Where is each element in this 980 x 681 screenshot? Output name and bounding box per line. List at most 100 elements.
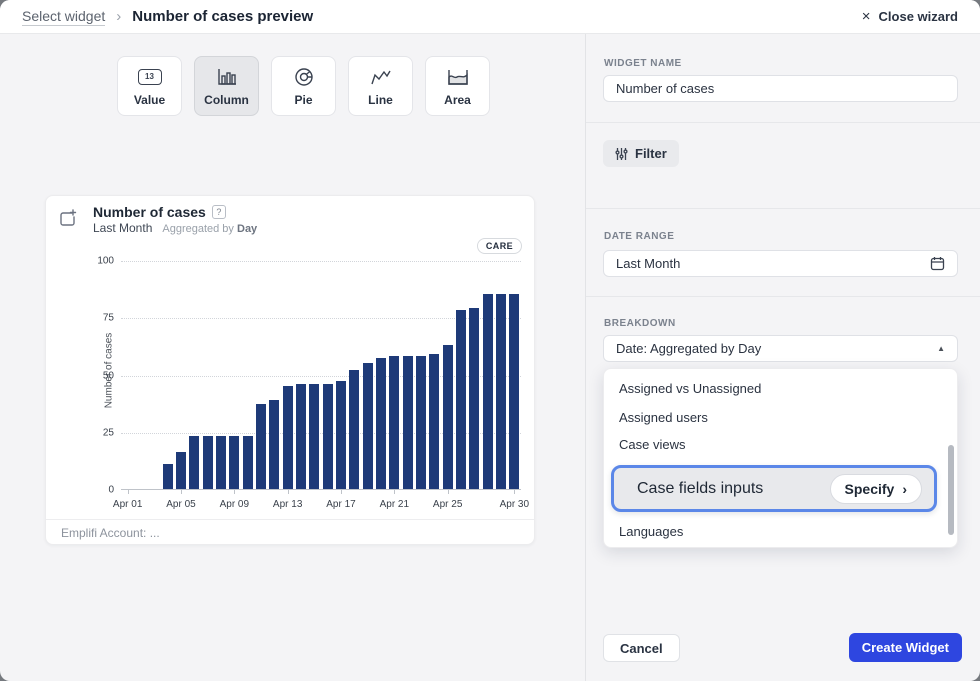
widget-wizard-modal: Select widget › Number of cases preview … (0, 0, 980, 681)
widget-type-line[interactable]: Line (348, 56, 413, 116)
chart-bar (509, 294, 519, 489)
chevron-right-icon: › (902, 481, 907, 497)
chart-bar (376, 358, 386, 489)
widget-type-area[interactable]: Area (425, 56, 490, 116)
x-tick-label: Apr 21 (369, 499, 419, 510)
widget-name-label: WIDGET NAME (604, 58, 682, 69)
section-divider (586, 296, 980, 297)
chart-bar (469, 308, 479, 489)
chart-title: Number of cases (93, 204, 206, 220)
close-wizard-button[interactable]: × Close wizard (862, 9, 958, 24)
bar-chart-plot: Number of cases 0255075100Apr 01Apr 05Ap… (121, 261, 521, 490)
chart-bar (429, 354, 439, 489)
case-add-icon (58, 209, 78, 234)
care-badge: CARE (477, 238, 522, 254)
chart-bar (309, 384, 319, 489)
chart-aggregation: Aggregated by Day (162, 223, 257, 235)
chart-bar (416, 356, 426, 489)
y-tick-label: 25 (74, 427, 114, 438)
breadcrumb-select-widget[interactable]: Select widget (22, 8, 105, 26)
widget-type-column[interactable]: Column (194, 56, 259, 116)
x-tick-mark (234, 490, 235, 494)
x-tick-label: Apr 17 (316, 499, 366, 510)
chart-bar (269, 400, 279, 489)
chart-bar (283, 386, 293, 489)
widget-type-area-label: Area (444, 93, 471, 107)
widget-name-input[interactable]: Number of cases (603, 75, 958, 102)
chart-bar (443, 345, 453, 489)
chart-card-footer: Emplifi Account: ... (46, 519, 534, 546)
cancel-button[interactable]: Cancel (603, 634, 680, 662)
dropdown-scrollbar[interactable] (948, 445, 954, 535)
pie-chart-icon (293, 66, 315, 88)
date-range-label: DATE RANGE (604, 231, 674, 242)
chart-bar (243, 436, 253, 489)
filter-sliders-icon (615, 147, 628, 161)
breakdown-select[interactable]: Date: Aggregated by Day ▲ (603, 335, 958, 362)
breakdown-label: BREAKDOWN (604, 318, 676, 329)
chart-bar (403, 356, 413, 489)
widget-type-column-label: Column (204, 93, 249, 107)
widget-type-selector: 13 Value Column Pie (117, 56, 490, 116)
x-tick-mark (514, 490, 515, 494)
collapse-caret-icon: ▲ (937, 344, 945, 353)
x-tick-mark (128, 490, 129, 494)
y-tick-label: 100 (74, 256, 114, 267)
widget-type-pie-label: Pie (294, 93, 312, 107)
case-fields-inputs-label: Case fields inputs (637, 480, 763, 498)
date-range-value: Last Month (616, 256, 680, 271)
y-tick-label: 0 (74, 485, 114, 496)
widget-type-line-label: Line (368, 93, 393, 107)
dropdown-option-assigned-vs-unassigned[interactable]: Assigned vs Unassigned (619, 381, 761, 396)
widget-type-value[interactable]: 13 Value (117, 56, 182, 116)
x-tick-label: Apr 13 (263, 499, 313, 510)
x-tick-label: Apr 01 (103, 499, 153, 510)
dropdown-option-case-views[interactable]: Case views (619, 437, 685, 452)
x-tick-mark (341, 490, 342, 494)
preview-panel: 13 Value Column Pie (0, 34, 586, 681)
x-tick-mark (394, 490, 395, 494)
x-tick-mark (448, 490, 449, 494)
chart-period: Last Month (93, 221, 152, 235)
filter-button[interactable]: Filter (603, 140, 679, 167)
x-tick-mark (288, 490, 289, 494)
close-wizard-label: Close wizard (879, 9, 958, 24)
calendar-icon (930, 256, 945, 271)
area-chart-icon (446, 66, 470, 88)
specify-label: Specify (845, 481, 895, 497)
value-icon: 13 (138, 66, 162, 88)
line-chart-icon (369, 66, 393, 88)
specify-button[interactable]: Specify › (830, 474, 922, 504)
chart-bar (256, 404, 266, 489)
chart-bar (483, 294, 493, 489)
breakdown-value: Date: Aggregated by Day (616, 341, 761, 356)
close-icon: × (862, 9, 871, 24)
filter-label: Filter (635, 146, 667, 161)
chart-bar (456, 310, 466, 489)
widget-type-pie[interactable]: Pie (271, 56, 336, 116)
y-tick-label: 50 (74, 370, 114, 381)
date-range-input[interactable]: Last Month (603, 250, 958, 277)
chart-bar (163, 464, 173, 489)
help-icon[interactable]: ? (212, 205, 226, 219)
account-label: Emplifi Account: ... (61, 526, 160, 540)
create-widget-button[interactable]: Create Widget (849, 633, 962, 662)
breakdown-dropdown: Assigned vs Unassigned Assigned users Ca… (603, 368, 958, 548)
x-tick-label: Apr 25 (423, 499, 473, 510)
chart-bar (349, 370, 359, 489)
x-tick-label: Apr 05 (156, 499, 206, 510)
dropdown-option-assigned-users[interactable]: Assigned users (619, 410, 708, 425)
x-tick-label: Apr 09 (209, 499, 259, 510)
chart-preview-card: Number of cases ? Last Month Aggregated … (45, 195, 535, 545)
x-tick-mark (181, 490, 182, 494)
chart-bar (323, 384, 333, 489)
dropdown-option-case-fields-inputs[interactable]: Case fields inputs Specify › (611, 465, 937, 512)
chart-bar (363, 363, 373, 489)
breadcrumb-chevron-icon: › (116, 8, 121, 25)
wizard-content: 13 Value Column Pie (0, 34, 980, 681)
section-divider (586, 208, 980, 209)
dropdown-option-languages[interactable]: Languages (619, 524, 683, 539)
chart-bar (389, 356, 399, 489)
chart-bar (189, 436, 199, 489)
x-tick-label: Apr 30 (489, 499, 539, 510)
